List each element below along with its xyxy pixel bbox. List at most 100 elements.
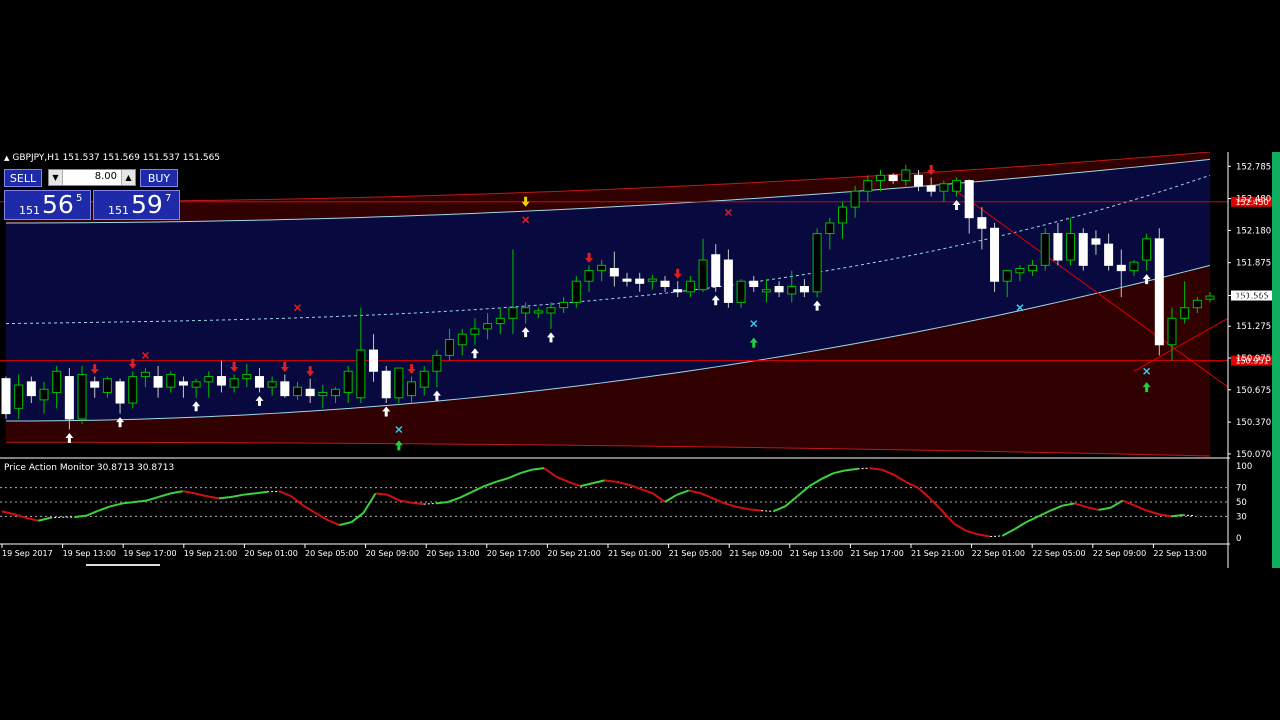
oscillator-segment xyxy=(423,502,436,505)
oscillator-segment xyxy=(977,533,991,538)
buy-price-box[interactable]: 151 59 7 xyxy=(93,190,180,220)
oscillator-segment xyxy=(350,512,365,523)
lot-increase-icon[interactable]: ▲ xyxy=(121,170,135,185)
oscillator-segment xyxy=(218,495,232,500)
bull-candle xyxy=(166,373,176,388)
bear-candle xyxy=(1,378,11,415)
bear-candle xyxy=(914,174,924,187)
oscillator-segment xyxy=(808,478,822,488)
oscillator-segment xyxy=(929,497,943,512)
oscillator-segment xyxy=(362,492,377,514)
bear-candle xyxy=(609,268,619,277)
time-tick-label: 22 Sep 09:00 xyxy=(1093,549,1146,558)
oscillator-segment xyxy=(953,522,967,532)
bull-candle xyxy=(457,333,467,346)
bear-candle xyxy=(888,174,898,182)
price-chart[interactable]: 152.450150.951151.565152.785152.480152.1… xyxy=(0,152,1280,568)
oscillator-segment xyxy=(1074,502,1087,508)
bull-candle xyxy=(1015,268,1025,274)
bull-candle xyxy=(229,378,239,388)
oscillator-segment xyxy=(459,491,473,499)
oscillator-tick-label: 100 xyxy=(1236,462,1252,472)
indicator-title: Price Action Monitor 30.8713 30.8713 xyxy=(4,463,175,473)
oscillator-segment xyxy=(893,473,907,483)
oscillator-segment xyxy=(471,485,485,493)
oscillator-segment xyxy=(821,472,834,480)
collapse-triangle-icon[interactable]: ▲ xyxy=(4,154,9,162)
lot-size-value[interactable]: 8.00 xyxy=(95,171,117,182)
bull-candle xyxy=(483,323,493,330)
oscillator-segment xyxy=(652,492,666,503)
oscillator-segment xyxy=(905,480,919,489)
price-tick-label: 151.875 xyxy=(1236,259,1271,269)
bull-candle xyxy=(267,381,277,388)
bull-candle xyxy=(559,301,569,309)
oscillator-segment xyxy=(267,490,280,493)
bull-candle xyxy=(318,391,328,397)
oscillator-segment xyxy=(85,509,99,517)
oscillator-tick-label: 70 xyxy=(1236,484,1247,494)
time-tick-label: 19 Sep 2017 xyxy=(2,549,53,558)
bear-candle xyxy=(1091,238,1101,245)
bull-candle xyxy=(736,280,746,303)
oscillator-segment xyxy=(194,492,208,498)
bear-candle xyxy=(1053,233,1063,261)
bull-candle xyxy=(685,280,695,293)
price-tick-label: 150.675 xyxy=(1236,386,1271,396)
sell-price-box[interactable]: 151 56 5 xyxy=(4,190,91,220)
oscillator-segment xyxy=(98,505,111,512)
bull-candle xyxy=(39,388,49,401)
price-tick-label: 152.785 xyxy=(1236,162,1271,172)
bear-candle xyxy=(660,280,670,288)
oscillator-segment xyxy=(326,519,340,526)
bear-candle xyxy=(26,381,36,397)
bull-candle xyxy=(419,370,429,388)
bear-candle xyxy=(990,227,1000,282)
bear-candle xyxy=(369,349,379,372)
bear-candle xyxy=(799,286,809,293)
bull-candle xyxy=(761,289,771,293)
buy-price-fraction: 7 xyxy=(165,193,172,204)
oscillator-segment xyxy=(676,489,690,496)
oscillator-segment xyxy=(796,485,811,498)
bear-candle xyxy=(1104,243,1114,266)
bear-candle xyxy=(673,289,683,293)
bear-candle xyxy=(1154,238,1164,346)
horizontal-scrollbar xyxy=(86,564,160,566)
lot-decrease-icon[interactable]: ▼ xyxy=(49,170,63,185)
bull-candle xyxy=(875,174,885,182)
oscillator-segment xyxy=(1,510,15,516)
oscillator-segment xyxy=(50,516,63,519)
bull-candle xyxy=(356,349,366,399)
oscillator-segment xyxy=(447,496,461,503)
oscillator-segment xyxy=(242,492,256,496)
sell-button[interactable]: SELL xyxy=(4,169,42,187)
oscillator-segment xyxy=(543,467,557,478)
time-tick-label: 19 Sep 17:00 xyxy=(123,549,176,558)
oscillator-segment xyxy=(664,493,678,503)
bear-candle xyxy=(711,254,721,288)
time-tick-label: 22 Sep 05:00 xyxy=(1032,549,1085,558)
lot-size-field[interactable]: ▼ 8.00 ▲ xyxy=(48,169,136,186)
oscillator-segment xyxy=(990,535,1003,538)
bull-candle xyxy=(191,381,201,388)
oscillator-segment xyxy=(483,480,497,488)
oscillator-segment xyxy=(761,510,774,512)
bull-candle xyxy=(863,180,873,192)
oscillator-segment xyxy=(555,475,569,483)
price-tick-label: 151.275 xyxy=(1236,322,1271,332)
time-tick-label: 21 Sep 09:00 xyxy=(729,549,782,558)
oscillator-segment xyxy=(339,521,352,527)
time-tick-label: 21 Sep 21:00 xyxy=(911,549,964,558)
bull-candle xyxy=(14,384,24,409)
oscillator-segment xyxy=(592,479,605,485)
oscillator-segment xyxy=(1050,504,1063,512)
oscillator-segment xyxy=(700,492,714,500)
oscillator-segment xyxy=(170,490,183,495)
chart-window[interactable]: 152.450 150.951 151.565 152.785 152.480 152.1… xyxy=(0,152,1280,568)
bear-candle xyxy=(115,381,125,404)
oscillator-segment xyxy=(74,514,87,519)
bull-candle xyxy=(837,206,847,224)
oscillator-segment xyxy=(435,501,448,505)
buy-button[interactable]: BUY xyxy=(140,169,178,187)
